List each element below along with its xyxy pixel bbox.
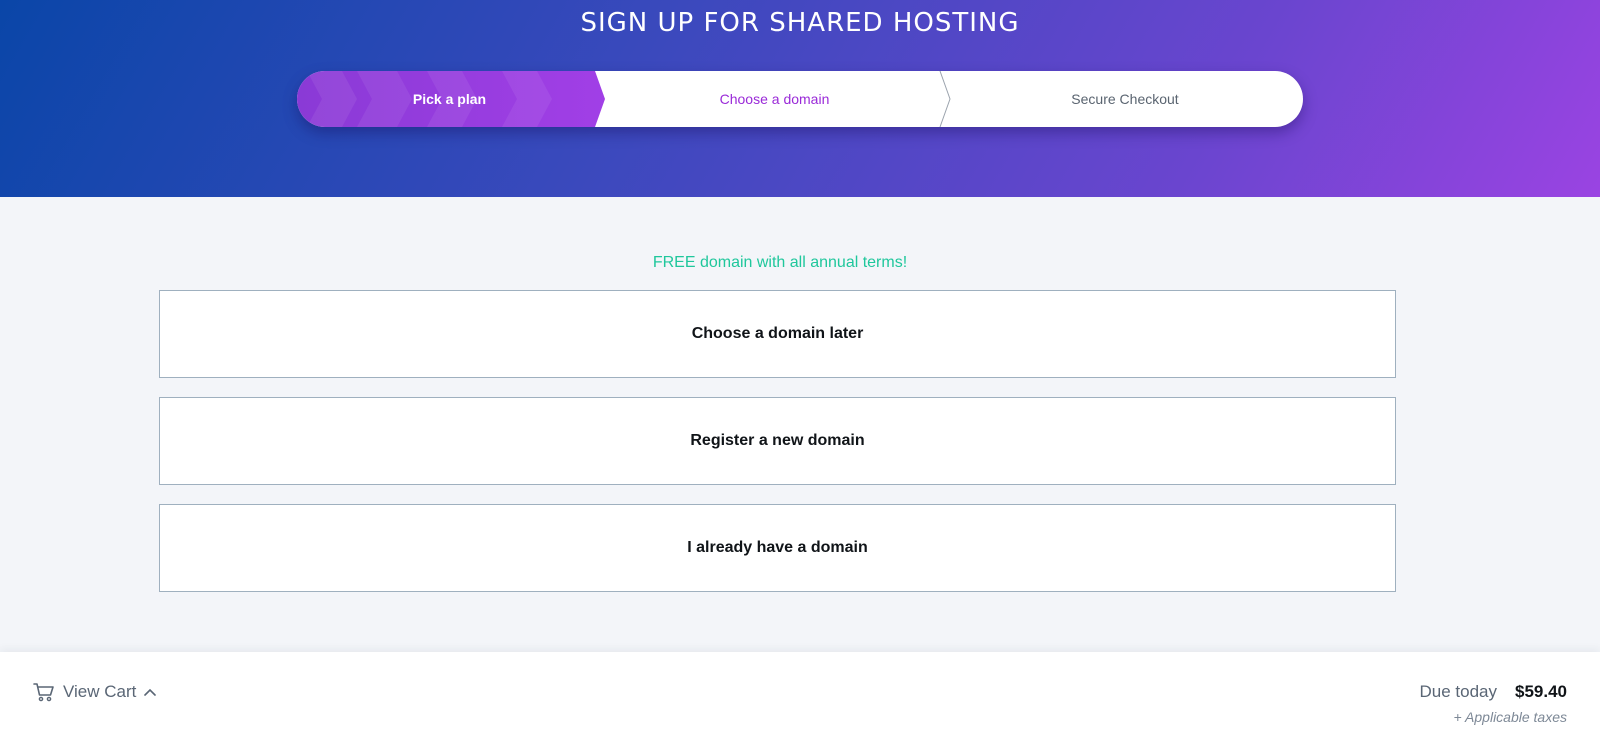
option-label: I already have a domain [687, 539, 868, 556]
cart-icon [33, 683, 54, 702]
view-cart-label: View Cart [63, 682, 137, 701]
option-label: Choose a domain later [691, 325, 864, 342]
step-choose-a-domain[interactable]: Choose a domain [602, 71, 947, 127]
step-pick-a-plan[interactable]: Pick a plan [297, 71, 602, 127]
page-title: SIGN UP FOR SHARED HOSTING [580, 8, 1020, 38]
already-have-domain-option[interactable]: I already have a domain [159, 504, 1396, 592]
choose-domain-later-option[interactable]: Choose a domain later [159, 290, 1396, 378]
applicable-taxes-note: + Applicable taxes [1453, 709, 1568, 725]
due-today-amount: $59.40 [1515, 682, 1567, 701]
due-today-summary: Due today $59.40 [1420, 680, 1568, 704]
option-label: Register a new domain [690, 432, 865, 449]
header-banner: SIGN UP FOR SHARED HOSTING Pick a plan C… [0, 0, 1600, 197]
free-domain-promo: FREE domain with all annual terms! [652, 254, 908, 271]
view-cart-button[interactable]: View Cart [33, 680, 157, 704]
step-secure-checkout[interactable]: Secure Checkout [947, 71, 1303, 127]
cart-footer: View Cart Due today $59.40 + Applicable … [0, 652, 1600, 737]
register-new-domain-option[interactable]: Register a new domain [159, 397, 1396, 485]
chevron-up-icon [144, 688, 157, 696]
due-today-label: Due today [1419, 682, 1498, 701]
progress-stepper: Pick a plan Choose a domain Secure Check… [297, 71, 1303, 127]
